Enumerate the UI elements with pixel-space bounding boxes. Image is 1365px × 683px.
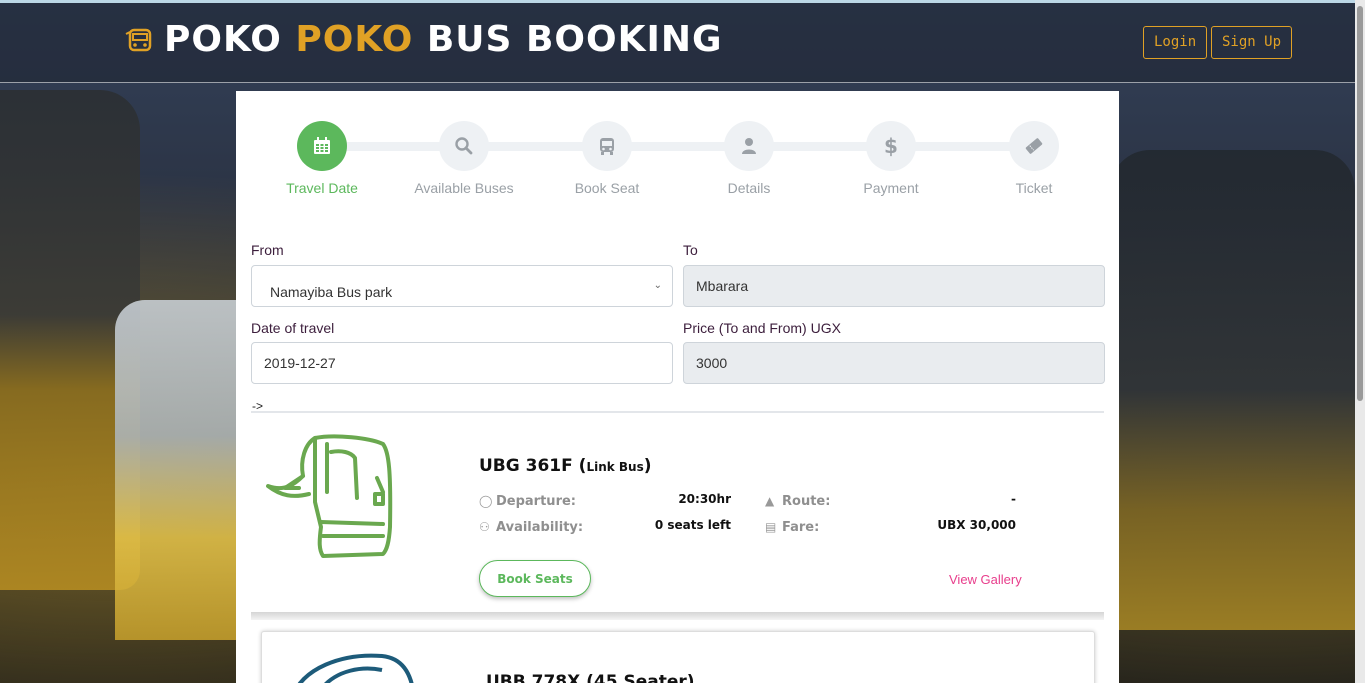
bus-icon (600, 138, 614, 155)
from-select-value: Namayiba Bus park (270, 284, 393, 300)
section-divider (251, 411, 1104, 413)
chevron-down-icon: ⌄ (653, 280, 662, 291)
ticket-icon (1025, 138, 1043, 154)
view-gallery-link[interactable]: View Gallery (949, 572, 1022, 587)
svg-text:$: $ (884, 135, 898, 157)
bus-logo-icon (125, 28, 152, 52)
route-label-text: Route: (782, 494, 831, 509)
signup-button[interactable]: Sign Up (1211, 26, 1293, 59)
background-bus-right (1110, 150, 1355, 630)
departure-value: 20:30hr (678, 492, 731, 506)
departure-label-text: Departure: (496, 494, 576, 509)
step-available-buses[interactable]: Available Buses (399, 121, 529, 196)
step-circle (439, 121, 489, 171)
step-label: Payment (863, 180, 919, 196)
calendar-icon (314, 137, 330, 154)
scrollbar-thumb[interactable] (1357, 6, 1363, 401)
user-icon (742, 138, 756, 154)
price-label: Price (To and From) UGX (683, 320, 841, 336)
bus-front-icon (266, 434, 393, 558)
to-field[interactable]: Mbarara (683, 265, 1105, 307)
brand-word-2: POKO (295, 19, 414, 60)
step-label: Travel Date (286, 180, 358, 196)
brand-title: POKO POKO BUS BOOKING (164, 20, 723, 60)
step-circle (582, 121, 632, 171)
departure-label: ◯ Departure: (479, 494, 576, 509)
step-label: Book Seat (574, 180, 640, 196)
to-label: To (683, 242, 698, 258)
step-label: Ticket (1015, 180, 1053, 196)
step-payment[interactable]: $ Payment (826, 121, 956, 196)
step-ticket[interactable]: Ticket (969, 121, 1099, 196)
date-label: Date of travel (251, 320, 335, 336)
money-icon: ▤ (765, 520, 777, 534)
step-circle (297, 121, 347, 171)
step-label: Available Buses (414, 180, 514, 196)
date-input[interactable]: 2019-12-27 (251, 342, 673, 384)
book-seats-button[interactable]: Book Seats (479, 560, 591, 597)
availability-label-text: Availability: (496, 520, 584, 535)
step-circle (724, 121, 774, 171)
bus-front-icon (297, 653, 414, 683)
bus-title: UBB 778X (45 Seater) (486, 672, 695, 683)
step-circle (1009, 121, 1059, 171)
road-icon: ▲ (765, 494, 775, 508)
navbar: POKO POKO BUS BOOKING Login Sign Up (0, 3, 1355, 83)
step-label: Details (727, 180, 771, 196)
availability-label: ⚇ Availability: (479, 520, 583, 535)
from-select[interactable]: Namayiba Bus park ⌄ (251, 265, 673, 307)
bus-plate: UBG 361F (479, 456, 573, 476)
bus-listing-item: UBG 361F (Link Bus) ◯ Departure: 20:30hr … (251, 414, 1104, 620)
fare-label: ▤ Fare: (765, 520, 819, 535)
login-button[interactable]: Login (1143, 26, 1208, 59)
brand-word-1: POKO (164, 19, 282, 60)
background-bus-left-white (115, 300, 240, 640)
booking-card: Travel Date Available Buses Book Seat De… (236, 91, 1119, 683)
route-value: - (1011, 492, 1016, 506)
clock-icon: ◯ (479, 494, 493, 508)
bus-name: Link Bus (586, 460, 644, 474)
step-travel-date[interactable]: Travel Date (257, 121, 387, 196)
fare-value: UBX 30,000 (937, 518, 1016, 532)
price-field[interactable]: 3000 (683, 342, 1105, 384)
step-details[interactable]: Details (684, 121, 814, 196)
bus-listing-item: UBB 778X (45 Seater) (261, 631, 1095, 683)
bus-title: UBG 361F (Link Bus) (479, 456, 652, 476)
availability-value: 0 seats left (654, 518, 731, 532)
search-icon (455, 137, 473, 155)
brand[interactable]: POKO POKO BUS BOOKING (124, 20, 723, 60)
item-shadow (251, 612, 1104, 620)
step-circle: $ (866, 121, 916, 171)
seat-icon: ⚇ (479, 520, 490, 534)
dollar-icon: $ (884, 135, 898, 157)
route-label: ▲ Route: (765, 494, 830, 509)
booking-stepper: Travel Date Available Buses Book Seat De… (236, 121, 1119, 201)
fare-label-text: Fare: (782, 520, 820, 535)
from-label: From (251, 242, 284, 258)
brand-word-3: BUS BOOKING (426, 19, 723, 60)
page-scrollbar[interactable] (1355, 0, 1365, 683)
step-book-seat[interactable]: Book Seat (542, 121, 672, 196)
